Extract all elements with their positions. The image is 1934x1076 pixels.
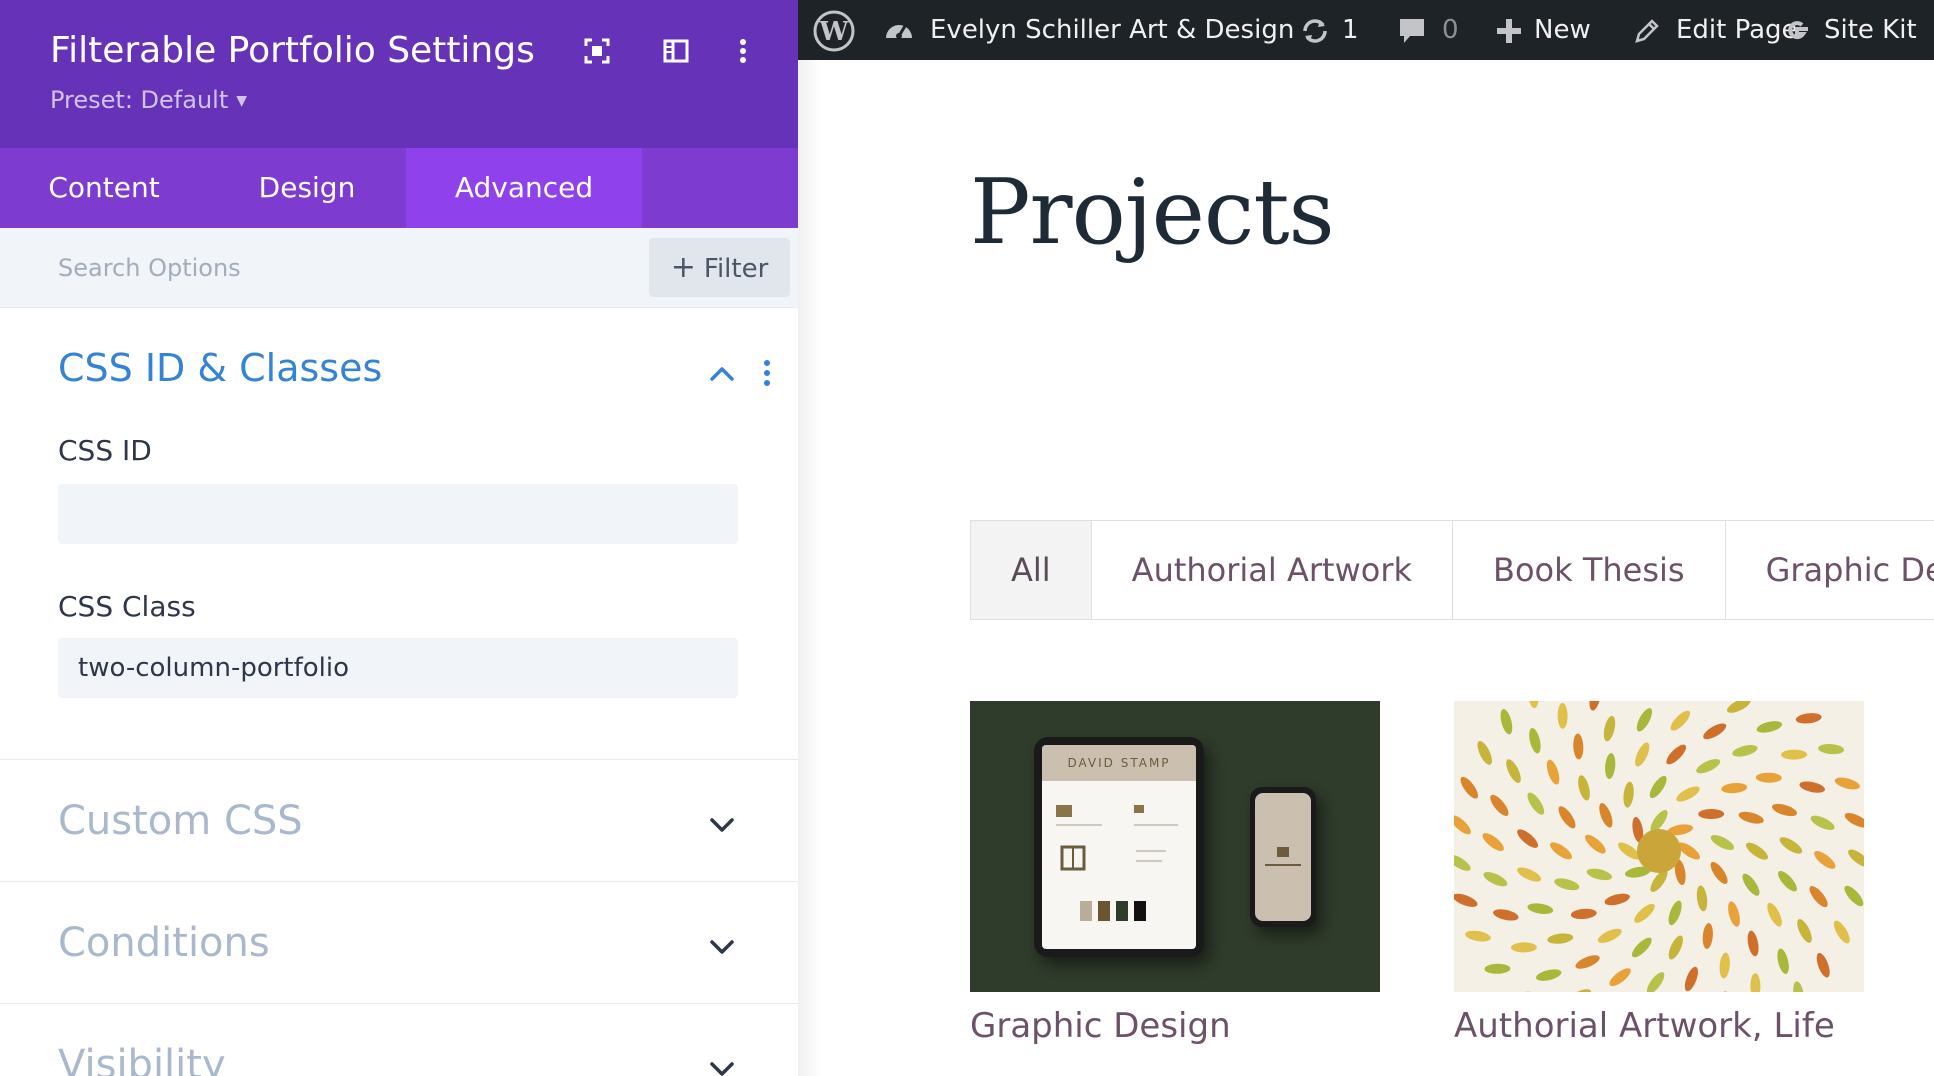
site-name-menu[interactable]: Evelyn Schiller Art & Design [882,0,1294,60]
preset-label: Preset: Default [50,86,229,114]
dashboard-gauge-icon [886,24,912,39]
tab-content[interactable]: Content [0,148,208,228]
svg-text:W: W [818,17,849,47]
phone-mockup [1250,787,1316,927]
wp-admin-bar: W Evelyn Schiller Art & Design 1 0 New E… [798,0,1934,60]
portfolio-item[interactable]: Authorial Artwork, Life [1454,701,1864,1046]
section-title: Conditions [58,920,270,966]
pencil-icon [1635,18,1659,43]
filter-button-label: Filter [703,254,769,284]
portfolio-item-title[interactable]: Graphic Design [970,1006,1380,1046]
new-content-button[interactable]: New [1496,0,1591,60]
search-options-bar: +Filter [0,228,798,308]
portfolio-item-title[interactable]: Authorial Artwork, Life [1454,1006,1864,1046]
settings-tabs: Content Design Advanced [0,148,798,228]
tablet-mockup: DAVID STAMP [1034,737,1204,957]
preset-dropdown[interactable]: Preset: Default ▼ [50,86,247,114]
comments-button[interactable]: 0 [1398,0,1459,60]
refresh-icon [1303,18,1327,43]
portfolio-filter-bar: All Authorial Artwork Book Thesis Graphi… [970,520,1934,620]
filter-authorial-artwork[interactable]: Authorial Artwork [1092,521,1453,619]
filter-all[interactable]: All [971,521,1092,619]
site-name: Evelyn Schiller Art & Design [930,15,1295,45]
comment-bubble-icon [1400,18,1424,43]
fullscreen-icon[interactable] [582,36,612,66]
module-settings-panel: Filterable Portfolio Settings Preset: De… [0,0,798,1076]
section-title: Visibility [58,1042,226,1076]
plus-icon [1497,18,1521,43]
section-title[interactable]: CSS ID & Classes [58,346,382,390]
filter-graphic-design[interactable]: Graphic Design [1726,521,1934,619]
css-id-label: CSS ID [58,434,152,467]
search-options-input[interactable] [58,248,618,288]
wordpress-logo-icon: W [813,10,855,51]
comments-count: 0 [1442,15,1459,45]
updates-button[interactable]: 1 [1300,0,1359,60]
filter-book-thesis[interactable]: Book Thesis [1453,521,1726,619]
filter-button[interactable]: + Filter [649,238,790,297]
chevron-up-icon[interactable] [708,362,736,384]
panel-shadow [798,60,822,1076]
portfolio-thumbnail-leaves[interactable] [1454,701,1864,992]
section-conditions[interactable]: Conditions [0,882,798,1004]
plus-icon: + [670,250,696,285]
site-preview: W Evelyn Schiller Art & Design 1 0 New E… [798,0,1934,1076]
portfolio-thumbnail-devices[interactable]: DAVID STAMP [970,701,1380,992]
chevron-down-icon [710,1062,734,1076]
more-options-icon[interactable] [728,36,758,66]
chevron-down-icon [710,818,734,832]
google-g-icon [1788,20,1808,39]
section-title: Custom CSS [58,798,303,844]
site-kit-label: Site Kit [1824,15,1917,45]
css-id-field[interactable] [58,484,738,544]
panel-header: Filterable Portfolio Settings Preset: De… [0,0,798,148]
css-class-field[interactable] [58,638,738,698]
brand-header: DAVID STAMP [1042,745,1196,781]
tablet-screen: DAVID STAMP [1042,745,1196,949]
section-visibility[interactable]: Visibility [0,1004,798,1076]
panel-title: Filterable Portfolio Settings [50,30,535,71]
tab-advanced[interactable]: Advanced [406,148,642,228]
section-custom-css[interactable]: Custom CSS [0,760,798,882]
chevron-down-icon [710,940,734,954]
section-more-icon[interactable] [756,358,778,388]
site-kit-button[interactable]: Site Kit [1782,0,1917,60]
section-css-id-classes: CSS ID & Classes CSS ID CSS Class [0,308,798,760]
css-class-label: CSS Class [58,590,196,623]
phone-screen [1255,793,1311,921]
phone-logo-graphic [1265,847,1301,866]
leaf-artwork [1454,701,1864,992]
portfolio-item[interactable]: DAVID STAMP Graphic Design [970,701,1380,1046]
edit-page-button[interactable]: Edit Page [1632,0,1798,60]
new-label: New [1534,15,1591,45]
updates-count: 1 [1342,15,1359,45]
page-title: Projects [970,160,1335,265]
brand-sheet-graphic [1056,805,1178,921]
edit-page-label: Edit Page [1676,15,1798,45]
sidebar-layout-icon[interactable] [661,36,691,66]
leaf-center [1637,829,1681,873]
wordpress-logo-button[interactable]: W [812,0,856,60]
tab-design[interactable]: Design [208,148,406,228]
caret-down-icon: ▼ [236,93,248,109]
